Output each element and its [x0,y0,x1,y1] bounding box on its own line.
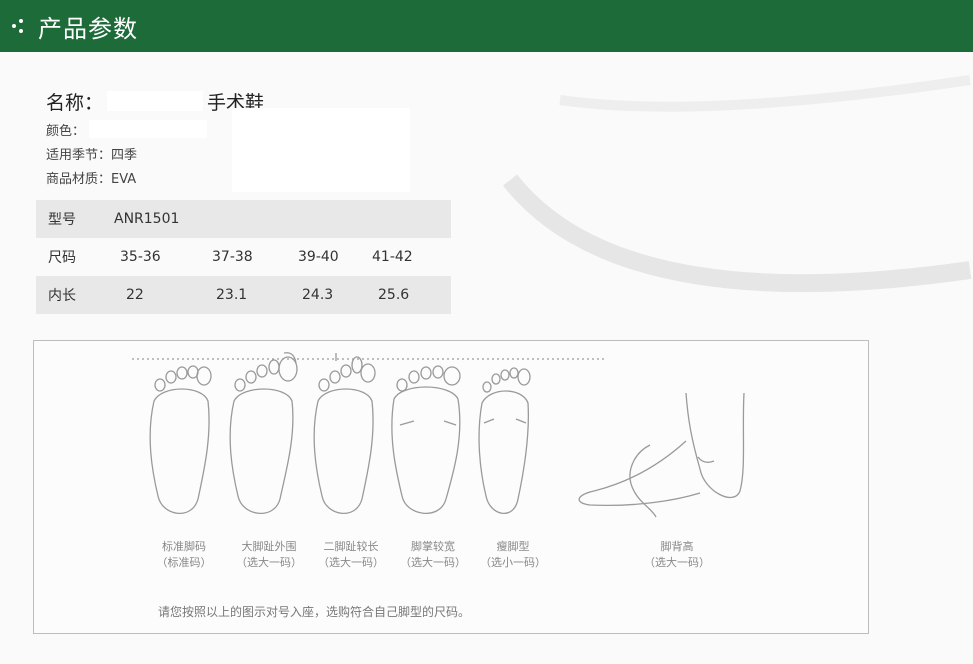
caption-big-toe: 大脚趾外围 （选大一码） [224,539,314,571]
caption-second-toe: 二脚趾较长 （选大一码） [306,539,396,571]
name-label: 名称： [46,91,104,114]
redacted-name-area [107,91,204,111]
caption-line1: 大脚趾外围 [241,540,297,553]
caption-line2: （选小一码） [480,556,546,569]
table-cell: ANR1501 [114,211,180,227]
redacted-image-area [232,108,410,192]
table-cell: 24.3 [302,287,334,303]
table-cell: 35-36 [120,249,161,265]
table-cell: 39-40 [298,249,339,265]
caption-standard: 标准脚码 （标准码） [139,539,229,571]
section-title: 产品参数 [38,14,138,43]
row-label: 尺码 [48,250,76,266]
caption-wide: 脚掌较宽 （选大一码） [388,539,478,571]
table-cell: 41-42 [372,249,413,265]
caption-line2: （选大一码） [400,556,466,569]
table-row: 内长 22 23.1 24.3 25.6 [36,276,451,314]
table-cell: 23.1 [216,287,248,303]
caption-line1: 瘦脚型 [496,540,530,553]
table-cell: 37-38 [212,249,253,265]
caption-line2: （选大一码） [318,556,384,569]
caption-line1: 标准脚码 [162,540,206,553]
caption-line2: （标准码） [156,556,212,569]
foot-thin-icon [478,367,531,515]
size-table: 型号 ANR1501 尺码 35-36 37-38 39-40 41-42 内长… [36,200,451,314]
table-cell [188,200,274,238]
caption-thin: 瘦脚型 （选小一码） [468,539,558,571]
row-label: 型号 [48,212,76,228]
table-row: 型号 ANR1501 [36,200,451,238]
redacted-color-area [89,120,208,138]
row-label: 内长 [48,288,76,304]
caption-line1: 二脚趾较长 [323,540,379,553]
foot-high-instep-icon [578,392,745,518]
table-row: 尺码 35-36 37-38 39-40 41-42 [36,238,451,276]
foot-big-toe-icon [229,352,298,515]
table-cell [354,200,451,238]
caption-line2: （选大一码） [236,556,302,569]
foot-type-guide: 标准脚码 （标准码） 大脚趾外围 （选大一码） 二脚趾较长 （选大一码） 脚掌较… [33,340,869,634]
table-cell [274,200,354,238]
section-header: 产品参数 [0,0,973,52]
foot-illustrations [132,352,745,518]
table-cell: 25.6 [378,287,410,303]
size-guide-note: 请您按照以上的图示对号入座，选购符合自己脚型的尺码。 [158,605,471,619]
foot-second-toe-icon [313,353,376,515]
bullet-dots-icon [12,16,30,36]
table-cell: 22 [126,287,144,303]
foot-standard-icon [149,365,212,515]
caption-line2: （选大一码） [644,556,710,569]
foot-wide-icon [391,365,461,515]
caption-line1: 脚掌较宽 [411,540,455,553]
background-swoosh-decoration [502,75,972,293]
color-label: 颜色： [46,123,86,139]
caption-line1: 脚背高 [660,540,694,553]
caption-high-instep: 脚背高 （选大一码） [632,539,722,571]
